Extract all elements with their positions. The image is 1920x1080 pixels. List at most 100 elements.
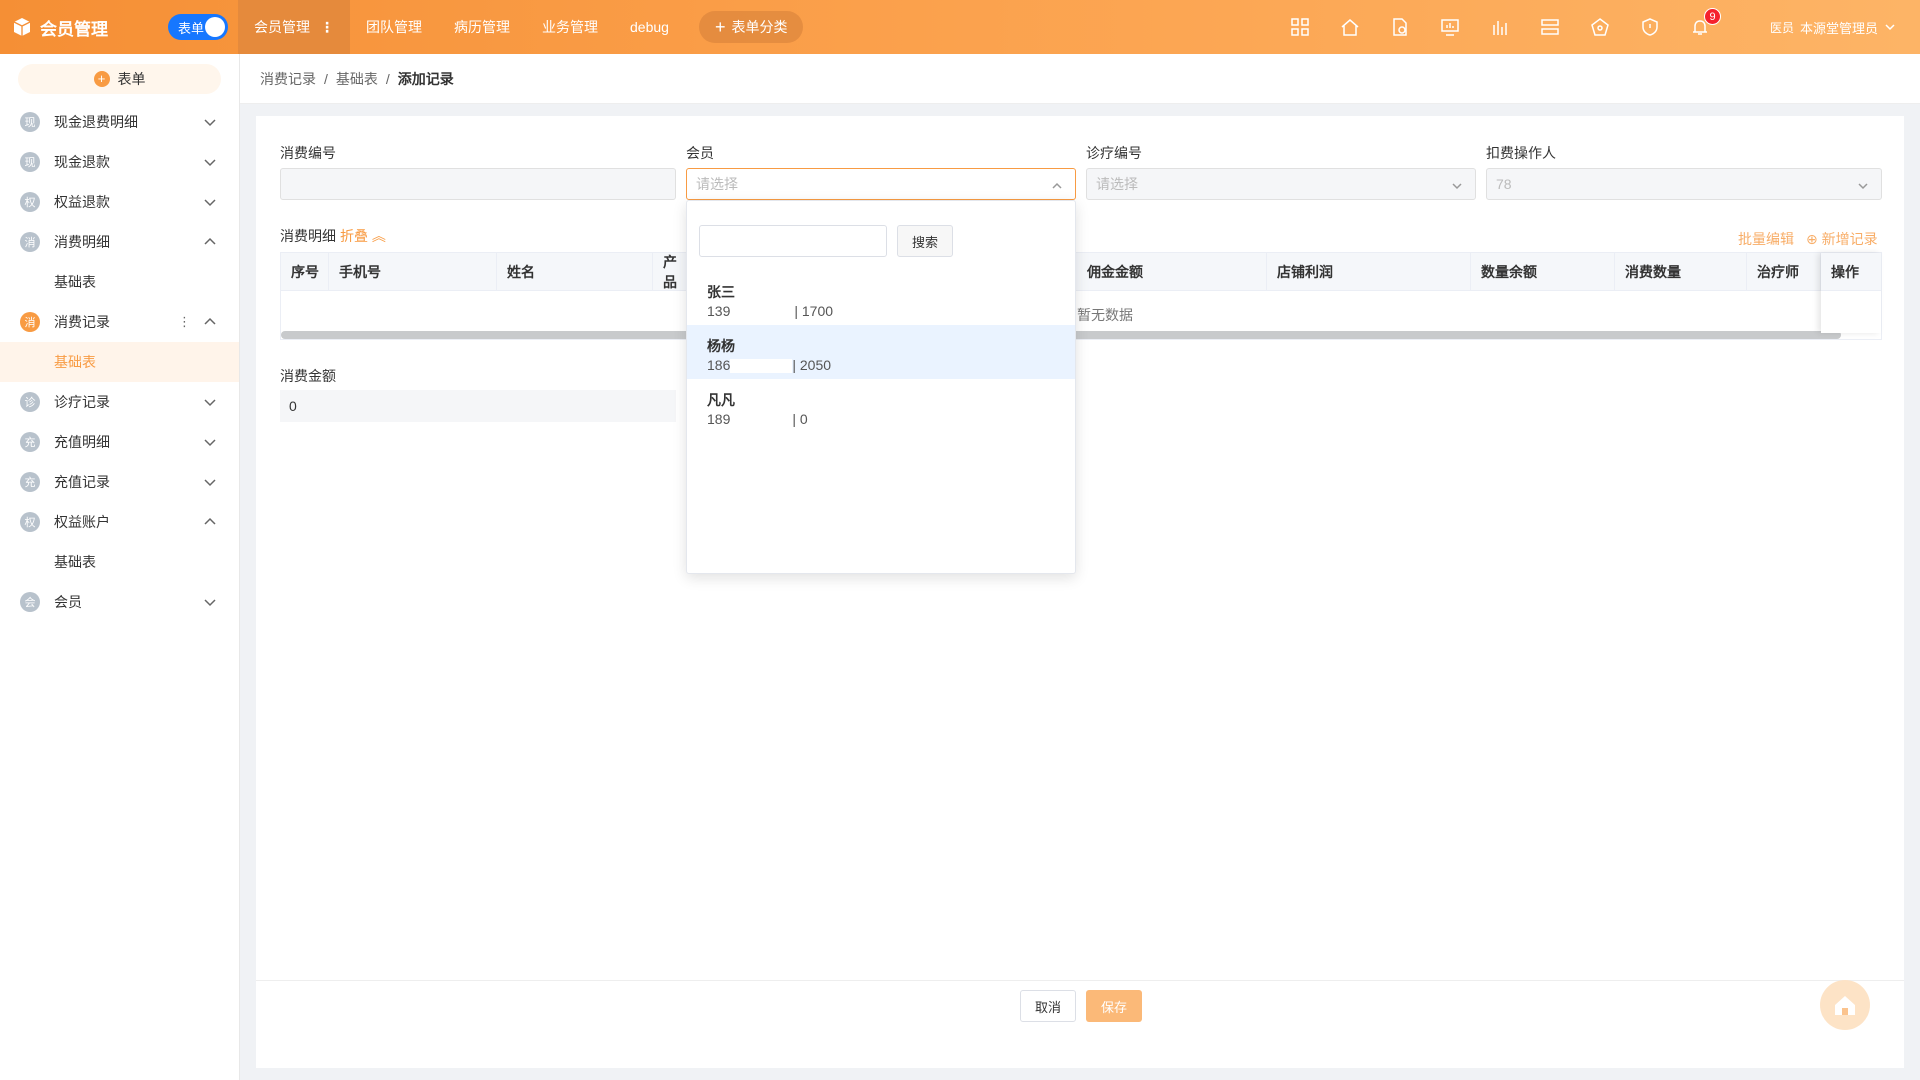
- member-option[interactable]: 杨杨 186 | 2050: [687, 325, 1075, 379]
- cancel-button[interactable]: 取消: [1020, 990, 1076, 1022]
- menu-badge-icon: 权: [20, 512, 40, 532]
- option-name: 张三: [707, 284, 735, 300]
- notification-badge: 9: [1704, 8, 1721, 25]
- plus-circle-icon: ⊕: [1806, 231, 1818, 247]
- amount-label: 消费金额: [280, 368, 336, 384]
- sidebar-item-equity-refund[interactable]: 权 权益退款: [0, 182, 239, 222]
- member-option[interactable]: 张三 139 | 1700: [687, 271, 1075, 325]
- chevron-up-icon: [204, 517, 216, 525]
- bell-icon[interactable]: 9: [1688, 8, 1721, 39]
- sidebar-item-equity-account[interactable]: 权 权益账户: [0, 502, 239, 542]
- option-balance: | 2050: [792, 357, 832, 373]
- empty-text: 暂无数据: [1077, 307, 1133, 323]
- monitor-chart-icon[interactable]: [1438, 15, 1462, 39]
- phone-mask: [730, 359, 793, 374]
- apps-grid-icon[interactable]: [1288, 15, 1312, 39]
- member-placeholder: 请选择: [696, 176, 738, 192]
- operator-label: 扣费操作人: [1486, 145, 1556, 161]
- breadcrumb: 消费记录 / 基础表 / 添加记录: [240, 54, 1920, 104]
- col-index: 序号: [281, 253, 329, 291]
- chevron-down-icon: [1452, 183, 1462, 190]
- batch-edit-link[interactable]: 批量编辑: [1738, 229, 1794, 249]
- menu-badge-icon: 消: [20, 232, 40, 252]
- sidebar-item-consume-record[interactable]: 消 消费记录 ⋮: [0, 302, 239, 342]
- sidebar-item-recharge-detail[interactable]: 充 充值明细: [0, 422, 239, 462]
- detail-section-header: 消费明细 折叠 ︽: [280, 226, 386, 246]
- operator-value: 78: [1496, 176, 1512, 192]
- shield-icon[interactable]: [1638, 15, 1662, 39]
- menu-badge-icon: 权: [20, 192, 40, 212]
- save-button[interactable]: 保存: [1086, 990, 1142, 1022]
- bar-stats-icon[interactable]: [1488, 15, 1512, 39]
- sidebar-item-recharge-record[interactable]: 充 充值记录: [0, 462, 239, 502]
- member-option[interactable]: 凡凡 189 | 0: [687, 379, 1075, 433]
- add-record-link[interactable]: ⊕ 新增记录: [1806, 229, 1878, 249]
- menu-badge-icon: 会: [20, 592, 40, 612]
- sidebar-subitem-equity-account-base[interactable]: 基础表: [0, 542, 239, 582]
- plus-circle-icon: +: [93, 71, 110, 87]
- menu-badge-icon: 诊: [20, 392, 40, 412]
- member-select[interactable]: 请选择: [686, 168, 1076, 200]
- sidebar-form-button[interactable]: + 表单: [18, 64, 221, 94]
- sidebar-item-cash-refund[interactable]: 现 现金退款: [0, 142, 239, 182]
- app-logo[interactable]: 会员管理: [0, 15, 168, 40]
- sidebar-subitem-consume-detail-base[interactable]: 基础表: [0, 262, 239, 302]
- top-bar: 会员管理 表单 会员管理 ⋮ 团队管理 病历管理 业务管理 debug + 表单分…: [0, 0, 1920, 54]
- user-role: 医员: [1769, 20, 1794, 35]
- nav-member-management[interactable]: 会员管理 ⋮: [238, 0, 350, 54]
- toggle-knob: [205, 17, 225, 37]
- breadcrumb-base-table[interactable]: 基础表: [336, 69, 378, 89]
- sidebar-item-cash-refund-detail[interactable]: 现 现金退费明细: [0, 102, 239, 142]
- double-chevron-up-icon: ︽: [371, 228, 386, 244]
- col-operations: 操作: [1821, 253, 1881, 291]
- form-mode-toggle[interactable]: 表单: [168, 14, 228, 40]
- user-menu[interactable]: 医员 本源堂管理员: [1770, 0, 1896, 54]
- dropdown-search-input[interactable]: [699, 225, 887, 257]
- home-icon[interactable]: [1338, 15, 1362, 39]
- more-icon[interactable]: ⋮: [178, 314, 191, 330]
- fold-toggle[interactable]: 折叠 ︽: [340, 228, 386, 244]
- option-name: 杨杨: [707, 338, 735, 354]
- treatment-no-select[interactable]: 请选择: [1086, 168, 1476, 200]
- phone-mask: [730, 305, 795, 320]
- sidebar-item-consume-detail[interactable]: 消 消费明细: [0, 222, 239, 262]
- detail-label: 消费明细: [280, 228, 336, 244]
- menu-label: 现金退款: [54, 154, 110, 170]
- menu-label: 充值记录: [54, 474, 110, 490]
- option-phone: 139: [707, 303, 731, 319]
- option-phone: 186: [707, 357, 731, 373]
- chevron-down-icon: [204, 599, 216, 607]
- nav-case-management[interactable]: 病历管理: [438, 0, 526, 54]
- menu-badge-icon: 消: [20, 312, 40, 332]
- consume-no-input[interactable]: [280, 168, 676, 200]
- option-phone: 189: [707, 411, 731, 427]
- sidebar-subitem-consume-record-base[interactable]: 基础表: [0, 342, 239, 382]
- sidebar-item-member[interactable]: 会 会员: [0, 582, 239, 622]
- operator-select[interactable]: 78: [1486, 168, 1882, 200]
- network-icon[interactable]: [1588, 15, 1612, 39]
- form-category-button[interactable]: + 表单分类: [698, 11, 804, 43]
- document-settings-icon[interactable]: [1388, 15, 1412, 39]
- menu-label: 现金退费明细: [54, 114, 138, 130]
- dropdown-search-button[interactable]: 搜索: [897, 225, 953, 257]
- chevron-up-icon: [204, 237, 216, 245]
- toggle-label: 表单: [178, 20, 205, 36]
- nav-team-management[interactable]: 团队管理: [350, 0, 438, 54]
- sidebar-item-treatment-record[interactable]: 诊 诊疗记录: [0, 382, 239, 422]
- app-title: 会员管理: [40, 19, 108, 39]
- floating-home-button[interactable]: [1820, 980, 1870, 1030]
- amount-input[interactable]: 0: [280, 390, 676, 422]
- menu-label: 消费明细: [54, 234, 110, 250]
- more-icon[interactable]: ⋮: [320, 19, 334, 36]
- member-label: 会员: [686, 145, 714, 161]
- plus-icon: +: [714, 17, 726, 37]
- nav-debug[interactable]: debug: [614, 0, 685, 54]
- option-phone-balance: 189 | 0: [707, 409, 1055, 429]
- fold-label: 折叠: [340, 228, 368, 244]
- server-icon[interactable]: [1538, 15, 1562, 39]
- chevron-down-icon: [204, 119, 216, 127]
- menu-label: 会员: [54, 594, 82, 610]
- member-dropdown: 搜索 张三 139 | 1700 杨杨 186 | 2050 凡凡 189 | 0: [686, 200, 1076, 574]
- breadcrumb-consume-record[interactable]: 消费记录: [260, 69, 316, 89]
- nav-business-management[interactable]: 业务管理: [526, 0, 614, 54]
